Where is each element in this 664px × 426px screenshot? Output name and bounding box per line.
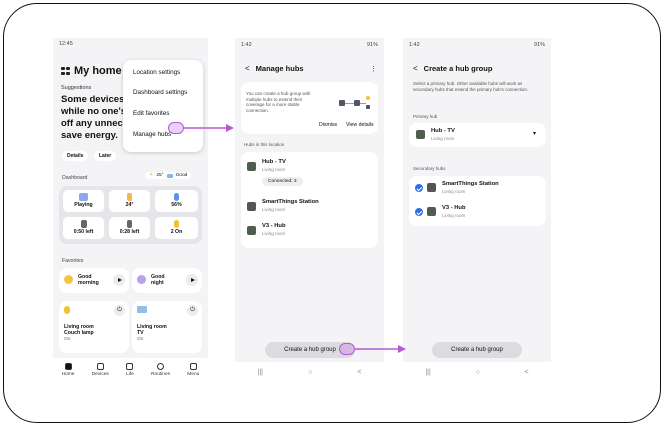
flow-arrows (184, 124, 406, 353)
